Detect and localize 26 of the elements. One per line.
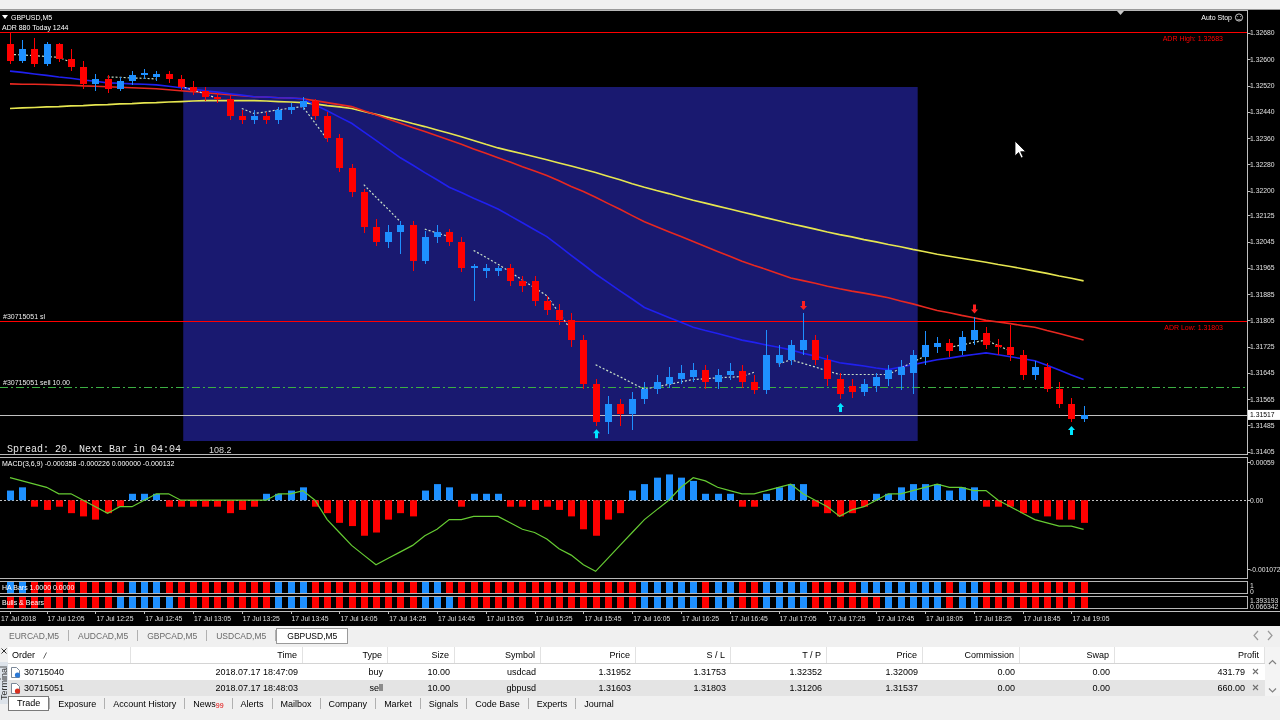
table-cell: 30715040 xyxy=(24,666,65,678)
table-cell: 660.00 xyxy=(1217,682,1245,694)
table-cell-text: 1.32352 xyxy=(788,666,823,678)
table-cell: 431.79 xyxy=(1217,666,1245,678)
table-cell-text: 1.32009 xyxy=(884,666,919,678)
table-cell-text: 10.00 xyxy=(426,666,451,678)
table-cell-text: 0.00 xyxy=(1091,682,1111,694)
table-cell-text: 1.31803 xyxy=(692,682,727,694)
table-cell-text: 10.00 xyxy=(426,682,451,694)
table-cell-text: 1.31206 xyxy=(788,682,823,694)
table-cell-text: buy xyxy=(367,666,384,678)
table-cell-text: 1.31603 xyxy=(597,682,632,694)
table-cell: 30715051 xyxy=(24,682,65,694)
table-cell-text: 0.00 xyxy=(1091,666,1111,678)
table-cell-text: 1.31753 xyxy=(692,666,727,678)
table-cell-text: 2018.07.17 18:48:03 xyxy=(214,682,299,694)
table-cell-text: 1.31537 xyxy=(884,682,919,694)
spread-timer-text: Spread: 20. Next Bar in 04:04 xyxy=(7,444,182,455)
value-text: 108.2 xyxy=(209,445,232,455)
table-cell-text: 0.00 xyxy=(996,666,1016,678)
table-cell-text: 1.31952 xyxy=(597,666,632,678)
table-cell-text: gbpusd xyxy=(505,682,537,694)
table-cell-text: 0.00 xyxy=(996,682,1016,694)
table-cell-text: sell xyxy=(368,682,384,694)
table-cell-text: usdcad xyxy=(505,666,537,678)
table-cell-text: 2018.07.17 18:47:09 xyxy=(214,666,299,678)
